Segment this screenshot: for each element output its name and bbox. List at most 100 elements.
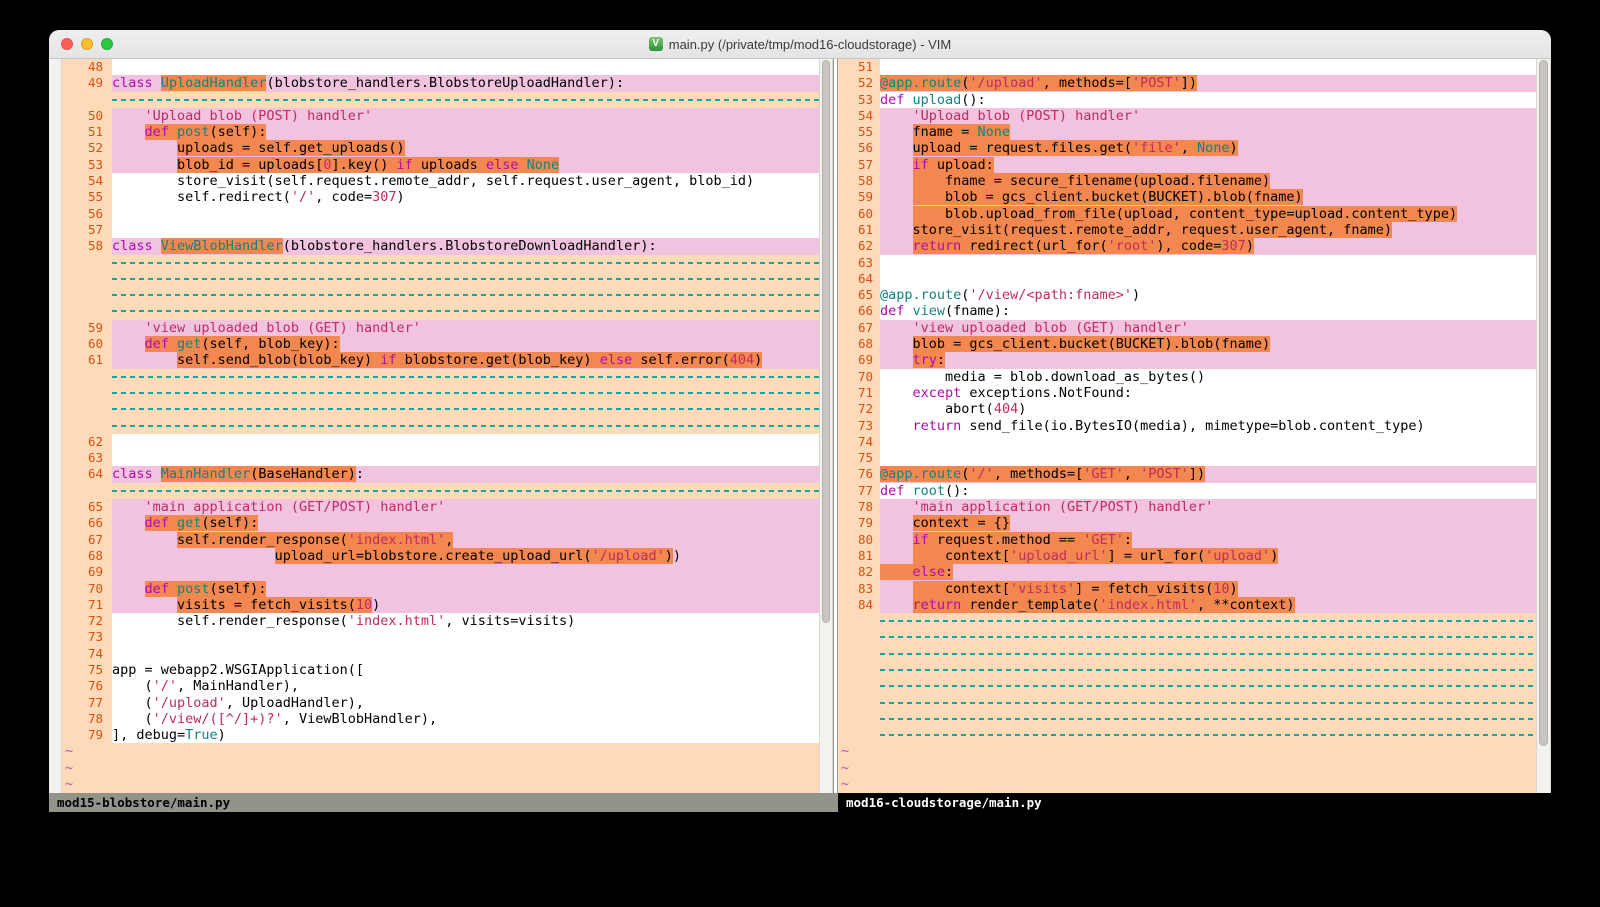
code-line[interactable]: 77def root(): <box>838 483 1536 499</box>
code-line[interactable]: 74 <box>838 434 1536 450</box>
code-line[interactable]: 64class MainHandler(BaseHandler): <box>62 466 819 482</box>
code-line[interactable]: 60 def get(self, blob_key): <box>62 336 819 352</box>
code-line[interactable]: 54 'Upload blob (POST) handler' <box>838 108 1536 124</box>
code-segment: None <box>1197 140 1230 156</box>
code-line[interactable]: 67 'view uploaded blob (GET) handler' <box>838 320 1536 336</box>
code-line[interactable]: 57 <box>62 222 819 238</box>
code-line[interactable]: 76@app.route('/', methods=['GET', 'POST'… <box>838 466 1536 482</box>
code-line[interactable]: 73 <box>62 629 819 645</box>
code-line[interactable]: 56 <box>62 206 819 222</box>
code-line[interactable]: 65 'main application (GET/POST) handler' <box>62 499 819 515</box>
vimdiff-pane-right[interactable]: 5152@app.route('/upload', methods=['POST… <box>838 59 1536 793</box>
code-line[interactable]: 53 blob_id = uploads[0].key() if uploads… <box>62 157 819 173</box>
code-line[interactable]: 70 media = blob.download_as_bytes() <box>838 369 1536 385</box>
code-line[interactable]: 82 else: <box>838 564 1536 580</box>
right-scrollbar-thumb[interactable] <box>1539 60 1548 746</box>
diff-filler-line[interactable] <box>838 678 1536 694</box>
code-line[interactable]: 62 return redirect(url_for('root'), code… <box>838 238 1536 254</box>
code-line[interactable]: 61 self.send_blob(blob_key) if blobstore… <box>62 352 819 368</box>
left-scrollbar-thumb[interactable] <box>822 60 830 623</box>
statusline-right[interactable]: mod16-cloudstorage/main.py <box>838 793 1551 812</box>
code-line[interactable]: 61 store_visit(request.remote_addr, requ… <box>838 222 1536 238</box>
code-line[interactable]: 69 try: <box>838 352 1536 368</box>
line-number: 63 <box>838 255 880 271</box>
statusline-left[interactable]: mod15-blobstore/main.py <box>49 793 838 812</box>
code-line[interactable]: 83 context['visits'] = fetch_visits(10) <box>838 581 1536 597</box>
diff-filler-line[interactable] <box>838 613 1536 629</box>
code-line[interactable]: 56 upload = request.files.get('file', No… <box>838 140 1536 156</box>
vimdiff-pane-left[interactable]: 4849class UploadHandler(blobstore_handle… <box>62 59 819 793</box>
code-line[interactable]: 58 fname = secure_filename(upload.filena… <box>838 173 1536 189</box>
code-line[interactable]: 55 fname = None <box>838 124 1536 140</box>
code-line[interactable]: 52@app.route('/upload', methods=['POST']… <box>838 75 1536 91</box>
code-line[interactable]: 76 ('/', MainHandler), <box>62 678 819 694</box>
code-line[interactable]: 78 ('/view/([^/]+)?', ViewBlobHandler), <box>62 711 819 727</box>
code-line[interactable]: 64 <box>838 271 1536 287</box>
code-line[interactable]: 80 if request.method == 'GET': <box>838 532 1536 548</box>
code-line[interactable]: 57 if upload: <box>838 157 1536 173</box>
code-line[interactable]: 53def upload(): <box>838 92 1536 108</box>
code-line[interactable]: 69 <box>62 564 819 580</box>
diff-filler-line[interactable] <box>838 695 1536 711</box>
code-line[interactable]: 62 <box>62 434 819 450</box>
diff-filler-line[interactable] <box>62 303 819 319</box>
code-line[interactable]: 49class UploadHandler(blobstore_handlers… <box>62 75 819 91</box>
diff-filler-line[interactable] <box>62 483 819 499</box>
code-line[interactable]: 71 except exceptions.NotFound: <box>838 385 1536 401</box>
diff-filler-line[interactable] <box>838 629 1536 645</box>
diff-filler-line[interactable] <box>838 662 1536 678</box>
code-line[interactable]: 77 ('/upload', UploadHandler), <box>62 695 819 711</box>
code-line[interactable]: 74 <box>62 646 819 662</box>
code-line[interactable]: 65@app.route('/view/<path:fname>') <box>838 287 1536 303</box>
diff-filler-line[interactable] <box>62 271 819 287</box>
code-line[interactable]: 66def view(fname): <box>838 303 1536 319</box>
diff-filler-line[interactable] <box>62 92 819 108</box>
code-line[interactable]: 66 def get(self): <box>62 515 819 531</box>
code-line[interactable]: 81 context['upload_url'] = url_for('uplo… <box>838 548 1536 564</box>
code-line[interactable]: 63 <box>62 450 819 466</box>
diff-filler-line[interactable] <box>838 711 1536 727</box>
tilde-marker: ~ <box>65 743 73 759</box>
code-line[interactable]: 79 context = {} <box>838 515 1536 531</box>
left-scrollbar-track[interactable] <box>49 59 62 793</box>
code-line[interactable]: 68 upload_url=blobstore.create_upload_ur… <box>62 548 819 564</box>
code-line[interactable]: 79], debug=True) <box>62 727 819 743</box>
code-line[interactable]: 60 blob.upload_from_file(upload, content… <box>838 206 1536 222</box>
code-line[interactable]: 51 <box>838 59 1536 75</box>
right-pane-scrollbar[interactable] <box>1536 59 1551 793</box>
code-line[interactable]: 67 self.render_response('index.html', <box>62 532 819 548</box>
left-pane-scrollbar[interactable] <box>819 59 833 793</box>
window-titlebar[interactable]: V main.py (/private/tmp/mod16-cloudstora… <box>49 30 1551 59</box>
code-line[interactable]: 52 uploads = self.get_uploads() <box>62 140 819 156</box>
code-line[interactable]: 48 <box>62 59 819 75</box>
code-segment: ) <box>372 597 380 613</box>
diff-filler-line[interactable] <box>62 255 819 271</box>
code-line[interactable]: 75 <box>838 450 1536 466</box>
code-line[interactable]: 59 blob = gcs_client.bucket(BUCKET).blob… <box>838 189 1536 205</box>
code-line[interactable]: 50 'Upload blob (POST) handler' <box>62 108 819 124</box>
code-line[interactable]: 72 self.render_response('index.html', vi… <box>62 613 819 629</box>
diff-filler-line[interactable] <box>62 401 819 417</box>
code-line[interactable]: 55 self.redirect('/', code=307) <box>62 189 819 205</box>
code-line[interactable]: 63 <box>838 255 1536 271</box>
code-line[interactable]: 72 abort(404) <box>838 401 1536 417</box>
code-segment <box>880 206 913 222</box>
code-line[interactable]: 84 return render_template('index.html', … <box>838 597 1536 613</box>
diff-filler-line[interactable] <box>62 369 819 385</box>
diff-filler-line[interactable] <box>62 418 819 434</box>
code-line[interactable]: 78 'main application (GET/POST) handler' <box>838 499 1536 515</box>
diff-filler-line[interactable] <box>62 385 819 401</box>
code-line[interactable]: 73 return send_file(io.BytesIO(media), m… <box>838 418 1536 434</box>
code-line[interactable]: 75app = webapp2.WSGIApplication([ <box>62 662 819 678</box>
code-line[interactable]: 59 'view uploaded blob (GET) handler' <box>62 320 819 336</box>
code-line[interactable]: 70 def post(self): <box>62 581 819 597</box>
diff-filler-line[interactable] <box>838 727 1536 743</box>
code-line[interactable]: 54 store_visit(self.request.remote_addr,… <box>62 173 819 189</box>
diff-filler-line[interactable] <box>62 287 819 303</box>
line-text <box>112 564 819 580</box>
diff-filler-line[interactable] <box>838 646 1536 662</box>
code-line[interactable]: 58class ViewBlobHandler(blobstore_handle… <box>62 238 819 254</box>
code-line[interactable]: 68 blob = gcs_client.bucket(BUCKET).blob… <box>838 336 1536 352</box>
code-line[interactable]: 71 visits = fetch_visits(10) <box>62 597 819 613</box>
code-line[interactable]: 51 def post(self): <box>62 124 819 140</box>
